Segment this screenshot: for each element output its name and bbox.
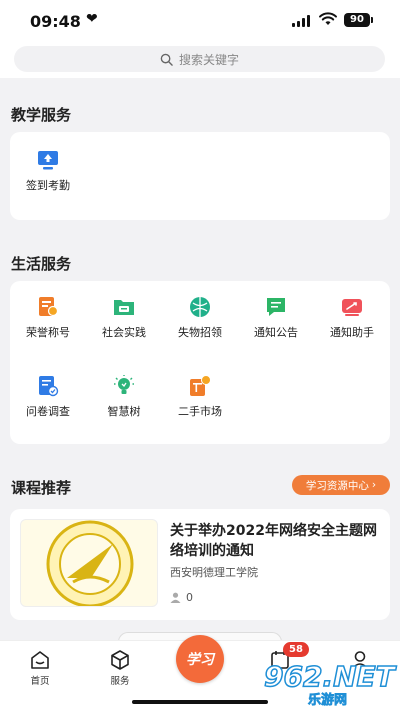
learning-center-label: 学习资源中心 xyxy=(305,479,369,492)
search-icon xyxy=(160,53,173,66)
signal-icon xyxy=(292,15,310,27)
service-item-lost-found[interactable]: 失物招领 xyxy=(162,296,238,340)
home-indicator[interactable] xyxy=(132,700,268,704)
tab-study[interactable]: 学习 xyxy=(176,635,224,683)
service-item-attendance[interactable]: 签到考勤 xyxy=(10,149,86,193)
service-item-notice-helper[interactable]: 通知助手 xyxy=(314,296,390,340)
status-bar: 09:48 ❤ 90 xyxy=(0,0,400,42)
section-title-courses: 课程推荐 xyxy=(11,479,72,497)
service-label: 社会实践 xyxy=(102,326,146,339)
course-title: 关于举办2022年网络安全主题网络培训的通知 xyxy=(170,523,377,559)
folder-icon xyxy=(114,300,134,315)
school-seal-image xyxy=(46,520,134,606)
life-card: 荣誉称号 社会实践 失物招领 通知公告 通知助手 问卷调查 智慧树 二手市场 xyxy=(10,281,390,444)
lightbulb-icon xyxy=(114,375,134,394)
chevron-right-icon: › xyxy=(371,479,377,491)
market-icon xyxy=(190,375,211,396)
watermark-sub: 乐游网 xyxy=(308,693,348,709)
service-label: 签到考勤 xyxy=(26,179,70,192)
tab-home[interactable]: 首页 xyxy=(10,649,70,687)
service-label: 通知助手 xyxy=(330,326,374,339)
service-label: 二手市场 xyxy=(178,405,222,418)
wifi-icon xyxy=(319,12,337,25)
heart-icon: ❤ xyxy=(86,11,98,27)
course-views: 0 xyxy=(170,591,193,604)
teaching-card: 签到考勤 xyxy=(10,132,390,220)
tab-services[interactable]: 服务 xyxy=(90,649,150,687)
basketball-icon xyxy=(190,297,210,317)
section-title-life: 生活服务 xyxy=(11,255,72,273)
learning-center-button[interactable]: 学习资源中心 › xyxy=(292,475,390,495)
service-label: 失物招领 xyxy=(178,326,222,339)
service-item-smart-tree[interactable]: 智慧树 xyxy=(86,375,162,419)
service-label: 荣誉称号 xyxy=(26,326,70,339)
person-icon xyxy=(170,592,181,603)
cube-icon xyxy=(111,650,129,670)
battery-indicator: 90 xyxy=(344,13,373,27)
honor-icon xyxy=(39,297,59,317)
megaphone-icon xyxy=(342,299,362,316)
course-school: 西安明德理工学院 xyxy=(170,566,258,579)
search-area: 搜索关键字 xyxy=(0,42,400,78)
service-label: 通知公告 xyxy=(254,326,298,339)
watermark-logo: 962.NET 乐游网 xyxy=(262,659,396,709)
service-item-survey[interactable]: 问卷调查 xyxy=(10,375,86,419)
tab-label: 首页 xyxy=(30,676,50,687)
home-icon xyxy=(31,651,49,669)
course-thumbnail xyxy=(20,519,158,607)
section-title-teaching: 教学服务 xyxy=(11,106,72,124)
course-card[interactable]: 关于举办2022年网络安全主题网络培训的通知 西安明德理工学院 0 xyxy=(10,509,390,620)
message-icon xyxy=(267,298,285,316)
status-time: 09:48 xyxy=(30,12,81,31)
document-icon xyxy=(39,376,59,397)
monitor-icon xyxy=(38,151,58,170)
search-placeholder: 搜索关键字 xyxy=(178,52,239,67)
service-label: 问卷调查 xyxy=(26,405,70,418)
tab-label: 服务 xyxy=(110,676,130,687)
view-count: 0 xyxy=(186,591,193,604)
service-item-announcement[interactable]: 通知公告 xyxy=(238,296,314,340)
study-label: 学习 xyxy=(186,652,214,668)
service-item-second-hand[interactable]: 二手市场 xyxy=(162,375,238,419)
notification-badge: 58 xyxy=(283,642,309,657)
service-item-honor[interactable]: 荣誉称号 xyxy=(10,296,86,340)
search-input[interactable]: 搜索关键字 xyxy=(14,46,385,72)
service-label: 智慧树 xyxy=(107,405,141,418)
service-item-practice[interactable]: 社会实践 xyxy=(86,296,162,340)
